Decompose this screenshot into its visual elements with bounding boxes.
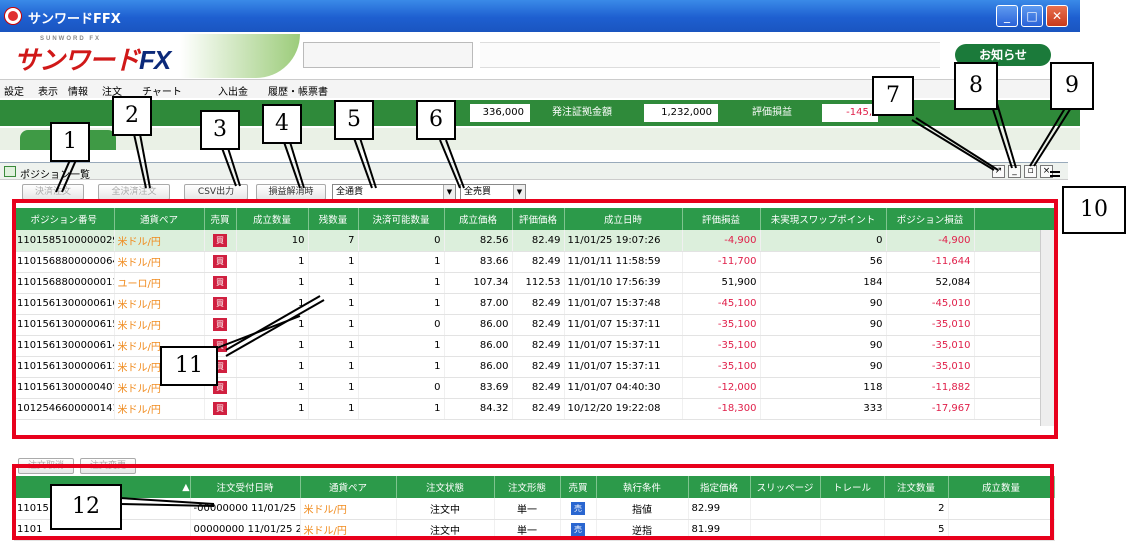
summary-label-order-margin: 発注証拠金額 xyxy=(552,107,612,118)
pair-filter-select[interactable]: 全通貨 ▼ xyxy=(332,184,456,200)
logo-swoosh xyxy=(180,34,300,78)
callout-11: 11 xyxy=(160,346,218,386)
settle-all-button[interactable]: 全決済注文 xyxy=(98,184,170,200)
title-bar: サンワードFFX _ □ ✕ xyxy=(0,0,1080,32)
close-button[interactable]: ✕ xyxy=(1046,5,1068,27)
callout-4: 4 xyxy=(262,104,302,144)
account-summary-bar: 336,000 発注証拠金額 1,232,000 評価損益 -145, xyxy=(0,100,1080,126)
menu-bar: 設定 表示 情報 注文 チャート 入出金 履歴・帳票書 xyxy=(0,80,1080,98)
maximize-button[interactable]: □ xyxy=(1021,5,1043,27)
popout-icon[interactable]: ↗ xyxy=(992,165,1005,178)
menu-info[interactable]: 情報 xyxy=(68,83,88,98)
menu-deposit[interactable]: 入出金 xyxy=(218,83,248,98)
toolbar-button-4[interactable]: 損益解消時 xyxy=(256,184,326,200)
callout-7: 7 xyxy=(872,76,914,116)
panel-check-icon xyxy=(4,166,16,177)
callout-8: 8 xyxy=(954,62,998,110)
panel-header: ポジション一覧 ↗ _ ▫ × xyxy=(0,162,1068,181)
app-icon xyxy=(5,8,21,24)
minimize-button[interactable]: _ xyxy=(996,5,1018,27)
positions-highlight-box xyxy=(12,199,1058,439)
callout-3: 3 xyxy=(200,110,240,150)
brand-header: SUNWORD FX サンワードFX お知らせ xyxy=(0,32,1080,80)
chevron-down-icon: ▼ xyxy=(513,185,525,199)
window-title: サンワードFFX xyxy=(28,12,121,27)
side-filter-select[interactable]: 全売買 ▼ xyxy=(460,184,526,200)
minimize-panel-icon[interactable]: _ xyxy=(1008,165,1021,178)
callout-5: 5 xyxy=(334,100,374,140)
summary-value-1: 336,000 xyxy=(470,104,530,122)
callout-1: 1 xyxy=(50,122,90,162)
restore-panel-icon[interactable]: ▫ xyxy=(1024,165,1037,178)
menu-settings[interactable]: 設定 xyxy=(4,83,24,98)
callout-10: 10 xyxy=(1062,186,1126,234)
csv-export-button[interactable]: CSV出力 xyxy=(184,184,248,200)
callout-6: 6 xyxy=(416,100,456,140)
callout-9: 9 xyxy=(1050,62,1094,110)
orders-highlight-box xyxy=(12,464,1054,540)
menu-history[interactable]: 履歴・帳票書 xyxy=(268,83,328,98)
menu-view[interactable]: 表示 xyxy=(38,83,58,98)
header-ticker-box xyxy=(303,42,473,68)
logo: SUNWORD FX サンワードFX xyxy=(14,36,171,75)
close-panel-icon[interactable]: × xyxy=(1040,165,1053,178)
chevron-down-icon: ▼ xyxy=(443,185,455,199)
callout-12: 12 xyxy=(50,484,122,530)
summary-value-order-margin: 1,232,000 xyxy=(644,104,718,122)
summary-value-pl: -145, xyxy=(822,104,878,122)
summary-label-pl: 評価損益 xyxy=(752,107,792,118)
header-news-box xyxy=(480,42,940,68)
tab-row xyxy=(0,128,1080,150)
panel-title: ポジション一覧 xyxy=(20,170,90,181)
settle-order-button[interactable]: 決済注文 xyxy=(22,184,84,200)
callout-2: 2 xyxy=(112,96,152,136)
